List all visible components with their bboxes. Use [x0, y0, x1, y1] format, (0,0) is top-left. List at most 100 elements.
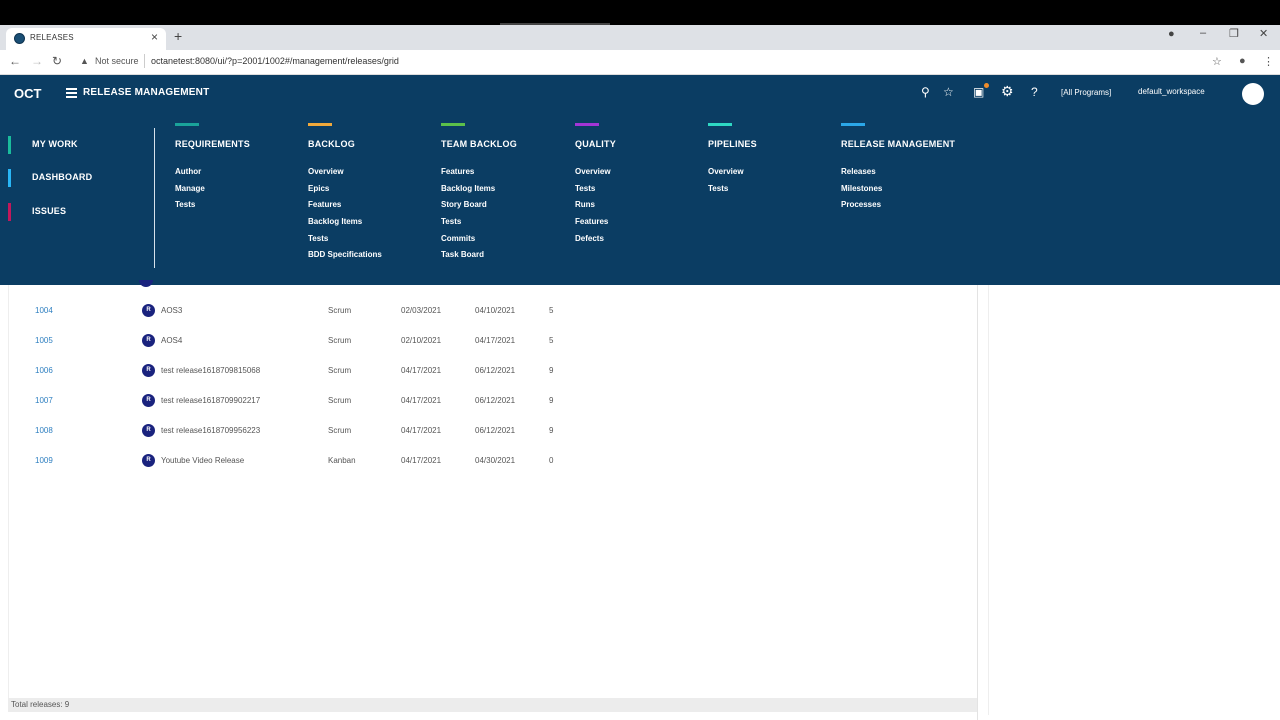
restore-icon[interactable]: ❐: [1229, 27, 1239, 40]
table-row[interactable]: 1006 R test release1618709815068 Scrum 0…: [9, 360, 978, 390]
menu-link[interactable]: Releases: [841, 167, 876, 176]
menu-link[interactable]: Tests: [441, 217, 461, 226]
menu-dashboard[interactable]: DASHBOARD: [8, 169, 148, 187]
release-id-link[interactable]: 1006: [35, 366, 53, 375]
start-date: 04/17/2021: [401, 366, 442, 375]
end-date: 04/10/2021: [475, 306, 516, 315]
table-row[interactable]: 1005 R AOS4 Scrum 02/10/2021 04/17/2021 …: [9, 330, 978, 360]
menu-link[interactable]: Story Board: [441, 200, 487, 209]
warning-icon[interactable]: ▲: [80, 56, 89, 66]
grid-footer: Total releases: 9: [8, 698, 977, 712]
browser-tab[interactable]: RELEASES ×: [6, 28, 166, 50]
menu-link[interactable]: Tests: [308, 234, 328, 243]
menu-link[interactable]: Defects: [575, 234, 604, 243]
tab-close-icon[interactable]: ×: [151, 30, 158, 44]
menu-link[interactable]: BDD Specifications: [308, 250, 382, 259]
release-type-badge: R: [142, 304, 155, 317]
right-panel-inner: [988, 285, 1274, 715]
release-name[interactable]: Youtube Video Release: [161, 456, 244, 465]
column-color-bar: [575, 123, 599, 126]
back-icon[interactable]: ←: [9, 54, 21, 68]
agile-type: Scrum: [328, 336, 352, 345]
end-date: 06/12/2021: [475, 396, 516, 405]
menu-color-bar: [8, 136, 11, 154]
column-title[interactable]: TEAM BACKLOG: [441, 139, 517, 149]
user-avatar[interactable]: [1242, 83, 1264, 105]
release-name[interactable]: AOS4: [161, 336, 182, 345]
favorites-star-icon[interactable]: ☆: [943, 85, 954, 99]
column-color-bar: [308, 123, 332, 126]
menu-link[interactable]: Features: [575, 217, 608, 226]
menu-label: ISSUES: [32, 206, 67, 216]
column-title[interactable]: RELEASE MANAGEMENT: [841, 139, 955, 149]
menu-issues[interactable]: ISSUES: [8, 203, 148, 221]
bookmark-star-icon[interactable]: ☆: [1212, 55, 1222, 68]
menu-link[interactable]: Tests: [175, 200, 195, 209]
column-title[interactable]: BACKLOG: [308, 139, 355, 149]
menu-label: MY WORK: [32, 139, 78, 149]
menu-link[interactable]: Runs: [575, 200, 595, 209]
agile-type: Scrum: [328, 306, 352, 315]
menu-my-work[interactable]: MY WORK: [8, 136, 148, 154]
reload-icon[interactable]: ↻: [52, 54, 62, 68]
column-title[interactable]: PIPELINES: [708, 139, 757, 149]
menu-link[interactable]: Commits: [441, 234, 475, 243]
menu-link[interactable]: Backlog Items: [308, 217, 362, 226]
release-name[interactable]: AOS3: [161, 306, 182, 315]
url-field[interactable]: octanetest:8080/ui/?p=2001/1002#/managem…: [151, 56, 399, 66]
release-id-link[interactable]: 1007: [35, 396, 53, 405]
menu-link[interactable]: Author: [175, 167, 201, 176]
release-id-link[interactable]: 1004: [35, 306, 53, 315]
search-icon[interactable]: ⚲: [921, 85, 930, 99]
menu-link[interactable]: Overview: [575, 167, 611, 176]
hamburger-menu-icon[interactable]: [66, 88, 77, 98]
menu-link[interactable]: Processes: [841, 200, 881, 209]
minimize-icon[interactable]: –: [1200, 27, 1206, 39]
column-title[interactable]: REQUIREMENTS: [175, 139, 250, 149]
not-secure-label[interactable]: Not secure: [95, 56, 139, 66]
table-row[interactable]: 1004 R AOS3 Scrum 02/03/2021 04/10/2021 …: [9, 300, 978, 330]
release-id-link[interactable]: 1005: [35, 336, 53, 345]
close-window-icon[interactable]: ✕: [1259, 27, 1268, 40]
column-color-bar: [708, 123, 732, 126]
sprint-count: 9: [549, 366, 554, 375]
forward-icon[interactable]: →: [31, 54, 43, 68]
release-name[interactable]: test release1618709956223: [161, 426, 260, 435]
section-title[interactable]: RELEASE MANAGEMENT: [83, 87, 209, 98]
menu-link[interactable]: Features: [308, 200, 341, 209]
browser-menu-icon[interactable]: ⋮: [1263, 55, 1274, 68]
column-color-bar: [175, 123, 199, 126]
workspace-selector[interactable]: default_workspace: [1138, 87, 1205, 96]
program-selector[interactable]: [All Programs]: [1061, 88, 1111, 97]
profile-icon[interactable]: ●: [1239, 55, 1246, 67]
help-icon[interactable]: ?: [1031, 85, 1038, 99]
sprint-count: 0: [549, 456, 554, 465]
release-name[interactable]: test release1618709815068: [161, 366, 260, 375]
profile-dropdown-icon[interactable]: ●: [1168, 28, 1175, 40]
table-row[interactable]: 1008 R test release1618709956223 Scrum 0…: [9, 420, 978, 450]
octane-favicon-icon: [14, 33, 25, 44]
new-tab-button[interactable]: +: [174, 28, 182, 44]
end-date: 06/12/2021: [475, 366, 516, 375]
column-title[interactable]: QUALITY: [575, 139, 616, 149]
release-id-link[interactable]: 1009: [35, 456, 53, 465]
settings-gear-icon[interactable]: ⚙: [1001, 83, 1014, 100]
menu-link[interactable]: Features: [441, 167, 474, 176]
menu-link[interactable]: Manage: [175, 184, 205, 193]
menu-link[interactable]: Task Board: [441, 250, 484, 259]
menu-link[interactable]: Milestones: [841, 184, 882, 193]
notifications-icon[interactable]: ▣: [973, 85, 984, 99]
menu-link[interactable]: Overview: [308, 167, 344, 176]
release-id-link[interactable]: 1008: [35, 426, 53, 435]
menu-link[interactable]: Tests: [708, 184, 728, 193]
app-logo[interactable]: OCT: [14, 86, 41, 101]
menu-link[interactable]: Overview: [708, 167, 744, 176]
menu-color-bar: [8, 203, 11, 221]
table-row[interactable]: 1009 R Youtube Video Release Kanban 04/1…: [9, 450, 978, 480]
menu-link[interactable]: Epics: [308, 184, 329, 193]
table-row[interactable]: 1007 R test release1618709902217 Scrum 0…: [9, 390, 978, 420]
os-top-bar: [0, 0, 1280, 25]
release-name[interactable]: test release1618709902217: [161, 396, 260, 405]
menu-link[interactable]: Backlog Items: [441, 184, 495, 193]
menu-link[interactable]: Tests: [575, 184, 595, 193]
